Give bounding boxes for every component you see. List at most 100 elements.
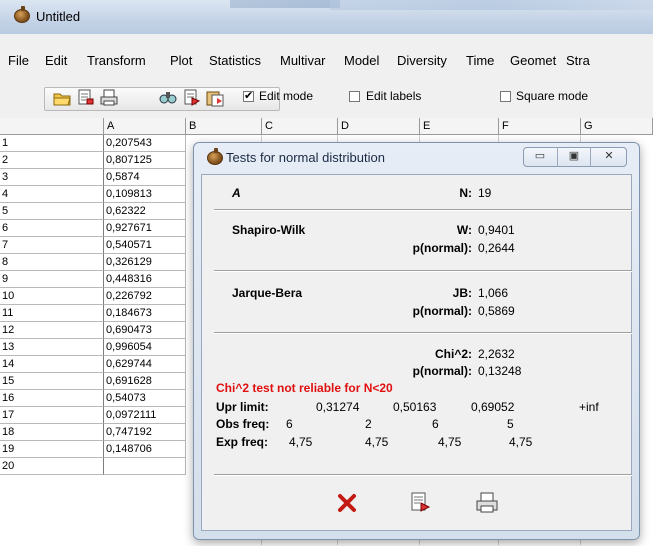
menu-time[interactable]: Time [466, 53, 494, 68]
maximize-icon[interactable]: ▣ [557, 147, 590, 167]
row-header[interactable]: 9 [0, 271, 104, 288]
divider [214, 270, 632, 272]
table-cell[interactable]: 0,109813 [104, 186, 186, 203]
column-header[interactable]: D [338, 118, 420, 135]
table-cell[interactable]: 0,448316 [104, 271, 186, 288]
row-header[interactable]: 18 [0, 424, 104, 441]
edit-mode-checkbox[interactable]: ✔ [243, 91, 254, 102]
row-header[interactable]: 2 [0, 152, 104, 169]
copy-icon[interactable] [408, 491, 432, 515]
row-header[interactable]: 15 [0, 373, 104, 390]
menu-statistics[interactable]: Statistics [209, 53, 261, 68]
table-cell[interactable]: 0,207543 [104, 135, 186, 152]
row-header[interactable]: 3 [0, 169, 104, 186]
table-cell[interactable]: 0,0972111 [104, 407, 186, 424]
menu-stra[interactable]: Stra [566, 53, 590, 68]
edit-labels-label: Edit labels [366, 89, 422, 103]
find-icon[interactable] [158, 89, 178, 107]
row-header[interactable]: 1 [0, 135, 104, 152]
exp-freq-value: 4,75 [509, 435, 533, 449]
row-header[interactable]: 4 [0, 186, 104, 203]
row-header[interactable]: 6 [0, 220, 104, 237]
chi-warning: Chi^2 test not reliable for N<20 [216, 381, 393, 395]
exp-freq-value: 4,75 [438, 435, 462, 449]
jb-value: 1,066 [478, 286, 509, 300]
table-cell[interactable]: 0,691628 [104, 373, 186, 390]
column-header[interactable]: A [104, 118, 186, 135]
copy-icon[interactable] [182, 89, 202, 107]
row-header[interactable]: 11 [0, 305, 104, 322]
table-cell[interactable]: 0,326129 [104, 254, 186, 271]
column-header[interactable]: G [581, 118, 653, 135]
row-header[interactable]: 12 [0, 322, 104, 339]
menu-geomet[interactable]: Geomet [510, 53, 556, 68]
row-header[interactable]: 20 [0, 458, 104, 475]
table-cell[interactable]: 0,927671 [104, 220, 186, 237]
upr-limit-value: 0,69052 [471, 400, 515, 414]
open-folder-icon[interactable] [52, 89, 72, 107]
grid-corner[interactable] [0, 118, 104, 135]
jarque-title: Jarque-Bera [232, 286, 303, 300]
upr-limit-value: +inf [579, 400, 599, 414]
menu-multivar[interactable]: Multivar [280, 53, 326, 68]
menu-plot[interactable]: Plot [170, 53, 192, 68]
obs-freq-value: 6 [286, 417, 293, 431]
table-cell[interactable]: 0,629744 [104, 356, 186, 373]
column-header[interactable]: E [420, 118, 499, 135]
title-bar[interactable] [0, 0, 653, 35]
obs-freq-label: Obs freq: [216, 417, 270, 431]
row-header[interactable]: 5 [0, 203, 104, 220]
table-cell[interactable]: 0,747192 [104, 424, 186, 441]
p-label: p(normal): [412, 241, 472, 255]
column-header[interactable]: C [262, 118, 338, 135]
menu-file[interactable]: File [8, 53, 29, 68]
close-dialog-icon[interactable] [335, 491, 359, 515]
table-cell[interactable]: 0,540571 [104, 237, 186, 254]
table-cell[interactable]: 0,184673 [104, 305, 186, 322]
table-cell[interactable] [104, 458, 186, 475]
row-header[interactable]: 14 [0, 356, 104, 373]
table-cell[interactable]: 0,226792 [104, 288, 186, 305]
table-cell[interactable]: 0,62322 [104, 203, 186, 220]
table-cell[interactable]: 0,690473 [104, 322, 186, 339]
row-header[interactable]: 17 [0, 407, 104, 424]
minimize-icon[interactable]: ▭ [524, 147, 556, 167]
exp-freq-value: 4,75 [365, 435, 389, 449]
obs-freq-value: 6 [432, 417, 439, 431]
menu-edit[interactable]: Edit [45, 53, 67, 68]
edit-labels-checkbox[interactable] [349, 91, 360, 102]
w-label: W: [456, 223, 472, 237]
p-label: p(normal): [412, 304, 472, 318]
close-icon[interactable]: ✕ [590, 147, 627, 167]
row-header[interactable]: 7 [0, 237, 104, 254]
print-icon[interactable] [99, 89, 119, 107]
print-icon[interactable] [475, 491, 499, 515]
row-header[interactable]: 13 [0, 339, 104, 356]
table-cell[interactable]: 0,148706 [104, 441, 186, 458]
square-mode-checkbox[interactable] [500, 91, 511, 102]
import-icon[interactable] [76, 89, 96, 107]
row-header[interactable]: 16 [0, 390, 104, 407]
table-cell[interactable]: 0,996054 [104, 339, 186, 356]
column-header[interactable]: B [186, 118, 262, 135]
exp-freq-value: 4,75 [289, 435, 313, 449]
upr-limit-label: Upr limit: [216, 400, 269, 414]
row-header[interactable]: 19 [0, 441, 104, 458]
table-cell[interactable]: 0,5874 [104, 169, 186, 186]
window-title: Untitled [36, 9, 81, 24]
upr-limit-value: 0,31274 [316, 400, 360, 414]
menu-transform[interactable]: Transform [87, 53, 146, 68]
row-header[interactable]: 10 [0, 288, 104, 305]
app-logo-icon [14, 6, 30, 23]
n-value: 19 [478, 186, 492, 200]
row-header[interactable]: 8 [0, 254, 104, 271]
paste-icon[interactable] [205, 89, 225, 107]
n-label: N: [459, 186, 472, 200]
column-header[interactable]: F [499, 118, 581, 135]
menu-model[interactable]: Model [344, 53, 379, 68]
shapiro-title: Shapiro-Wilk [232, 223, 306, 237]
table-cell[interactable]: 0,807125 [104, 152, 186, 169]
table-cell[interactable]: 0,54073 [104, 390, 186, 407]
menu-diversity[interactable]: Diversity [397, 53, 447, 68]
chi-label: Chi^2: [434, 347, 472, 361]
